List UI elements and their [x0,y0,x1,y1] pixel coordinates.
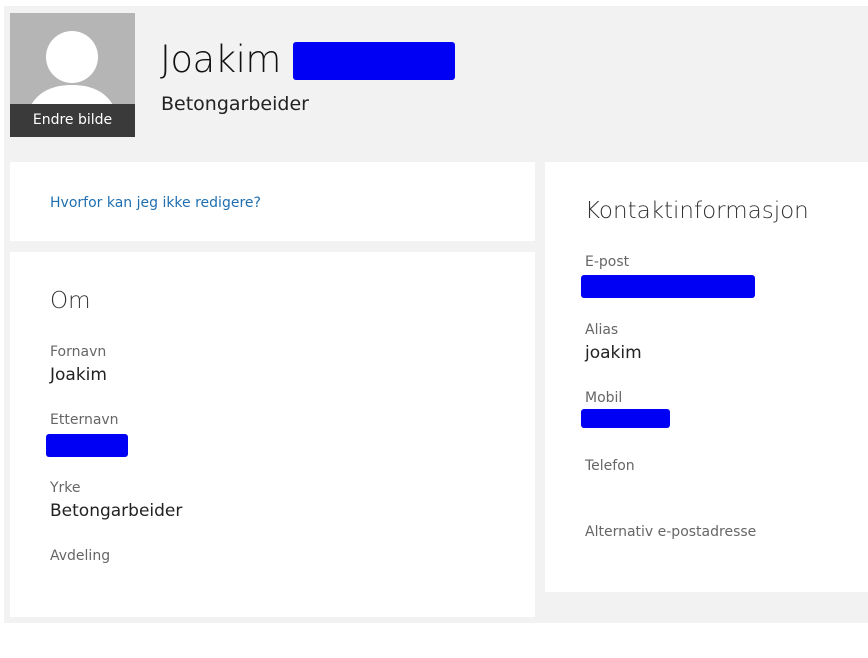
why-cant-edit-link[interactable]: Hvorfor kan jeg ikke redigere? [50,195,261,211]
redacted-mobile-value [581,409,670,428]
change-photo-button[interactable]: Endre bilde [10,104,135,137]
email-label: E-post [585,254,630,270]
redacted-email-value [581,275,755,298]
department-label: Avdeling [50,548,111,564]
occupation-value: Betongarbeider [50,501,183,521]
alias-label: Alias [585,322,619,338]
first-name-value: Joakim [50,365,107,385]
alternate-email-label: Alternativ e-postadresse [585,524,757,540]
profile-job-title: Betongarbeider [161,93,309,115]
profile-first-name: Joakim [160,38,281,81]
redacted-last-name-value [46,434,128,457]
phone-label: Telefon [585,458,635,474]
mobile-label: Mobil [585,390,623,406]
last-name-label: Etternavn [50,412,119,428]
profile-name: Joakim [160,38,281,81]
first-name-label: Fornavn [50,344,107,360]
profile-photo[interactable]: Endre bilde [10,13,135,137]
redacted-last-name [293,42,455,80]
about-section-title: Om [50,288,91,314]
alias-value: joakim [585,343,642,363]
occupation-label: Yrke [50,480,81,496]
contact-section-title: Kontaktinformasjon [585,198,809,224]
